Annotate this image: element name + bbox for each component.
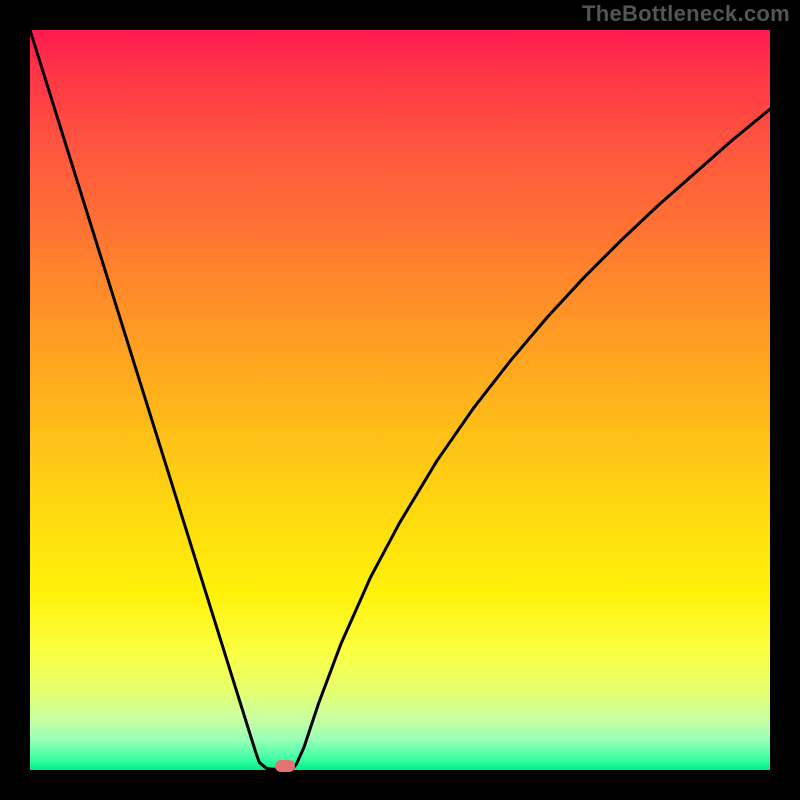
optimal-point-marker xyxy=(275,760,295,772)
plot-frame xyxy=(30,30,770,770)
watermark-text: TheBottleneck.com xyxy=(582,1,790,27)
chart-stage: TheBottleneck.com xyxy=(0,0,800,800)
plot-gradient-background xyxy=(30,30,770,770)
